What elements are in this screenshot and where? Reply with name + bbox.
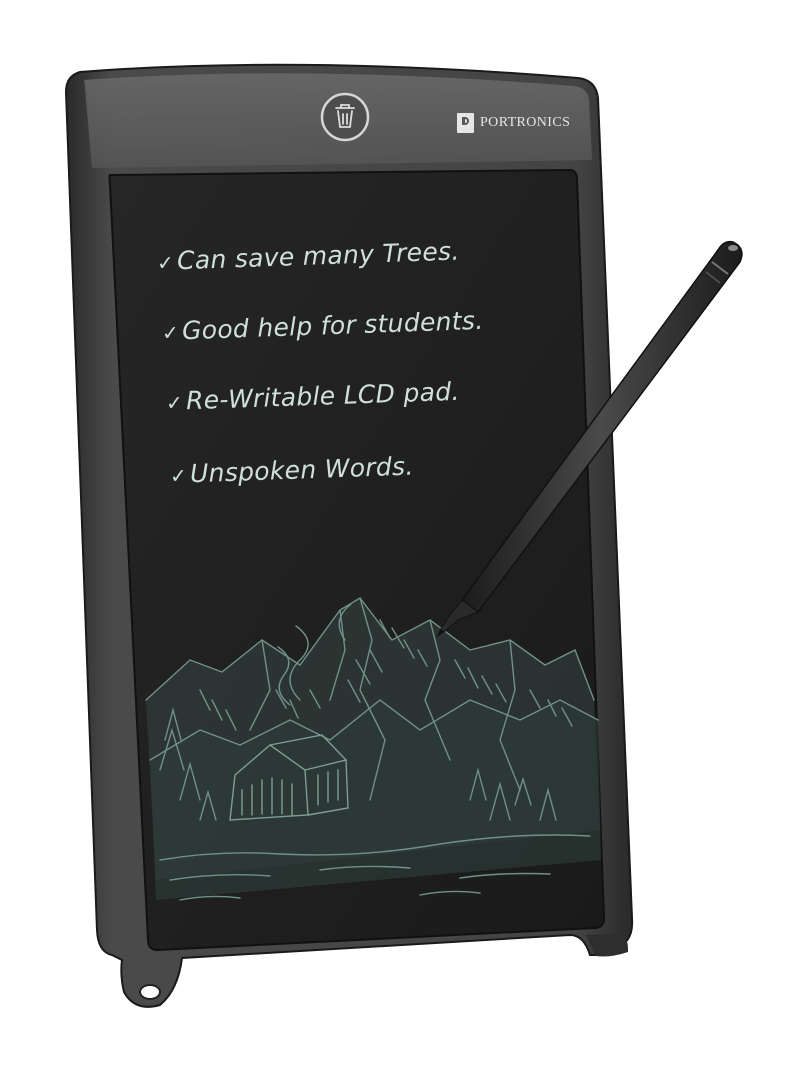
checkmark-icon: ✓ — [165, 390, 184, 415]
brand-name: PORTRONICS — [480, 115, 571, 130]
brand-label: PORTRONICS — [457, 113, 570, 133]
tablet-scene — [64, 63, 743, 1008]
brand-logo-icon — [457, 113, 474, 133]
checkmark-icon: ✓ — [169, 463, 188, 488]
clear-button[interactable] — [320, 92, 370, 142]
checkmark-icon: ✓ — [156, 250, 175, 275]
checkmark-icon: ✓ — [161, 320, 180, 345]
